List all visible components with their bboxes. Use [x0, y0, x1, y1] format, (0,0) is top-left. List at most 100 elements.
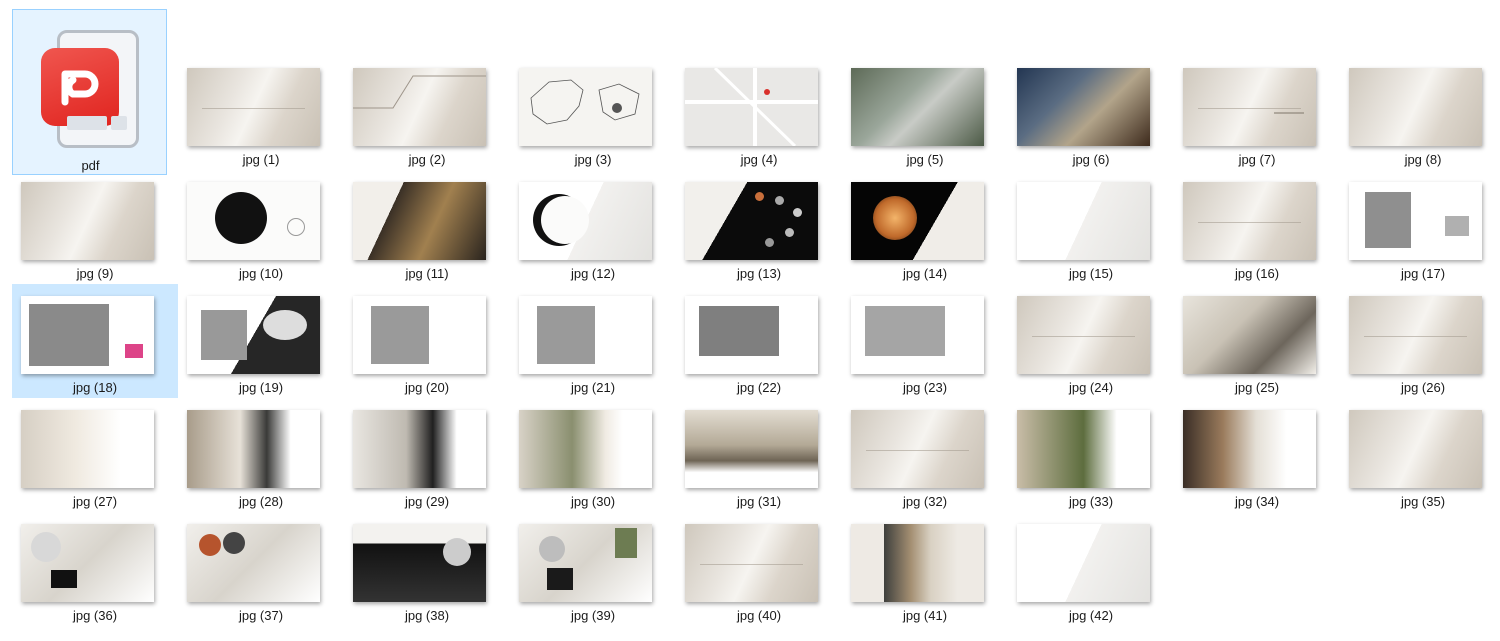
thumbnail: [1017, 182, 1150, 260]
thumbnail: [519, 68, 652, 146]
file-tile[interactable]: jpg (34): [1174, 398, 1340, 512]
file-name: jpg (35): [1400, 494, 1446, 509]
file-tile[interactable]: jpg (41): [842, 512, 1008, 626]
file-name: jpg (22): [736, 380, 782, 395]
file-tile[interactable]: jpg (35): [1340, 398, 1500, 512]
thumbnail: [1349, 68, 1482, 146]
thumbnail: [21, 296, 154, 374]
thumbnail: [519, 410, 652, 488]
file-tile[interactable]: jpg (25): [1174, 284, 1340, 398]
file-name: jpg (30): [570, 494, 616, 509]
thumbnail: [851, 68, 984, 146]
thumbnail: [1349, 296, 1482, 374]
file-tile[interactable]: jpg (31): [676, 398, 842, 512]
file-tile[interactable]: jpg (13): [676, 170, 842, 284]
file-tile[interactable]: jpg (7): [1174, 56, 1340, 170]
file-tile[interactable]: jpg (16): [1174, 170, 1340, 284]
file-tile[interactable]: jpg (39): [510, 512, 676, 626]
thumbnail: [685, 182, 818, 260]
file-name: jpg (27): [72, 494, 118, 509]
file-tile[interactable]: jpg (32): [842, 398, 1008, 512]
file-name: jpg (1): [242, 152, 280, 167]
file-name: jpg (31): [736, 494, 782, 509]
thumbnail: [1349, 182, 1482, 260]
file-name: jpg (16): [1234, 266, 1280, 281]
file-name: jpg (29): [404, 494, 450, 509]
thumbnail: [1017, 410, 1150, 488]
file-name: jpg (5): [906, 152, 944, 167]
file-tile[interactable]: jpg (3): [510, 56, 676, 170]
thumbnail: [353, 410, 486, 488]
file-name: jpg (41): [902, 608, 948, 623]
file-tile[interactable]: jpg (40): [676, 512, 842, 626]
thumbnail: [685, 410, 818, 488]
file-tile[interactable]: jpg (12): [510, 170, 676, 284]
file-tile[interactable]: jpg (19): [178, 284, 344, 398]
file-name: jpg (25): [1234, 380, 1280, 395]
file-name: jpg (34): [1234, 494, 1280, 509]
file-tile-pdf[interactable]: pdf: [12, 9, 167, 175]
file-name: jpg (6): [1072, 152, 1110, 167]
thumbnail: [1183, 410, 1316, 488]
file-name: jpg (4): [740, 152, 778, 167]
thumbnail: [851, 182, 984, 260]
file-tile[interactable]: jpg (8): [1340, 56, 1500, 170]
thumbnail: [685, 68, 818, 146]
file-tile[interactable]: jpg (22): [676, 284, 842, 398]
thumbnail: [187, 68, 320, 146]
file-tile[interactable]: jpg (15): [1008, 170, 1174, 284]
file-tile[interactable]: jpg (9): [12, 170, 178, 284]
thumbnail: [851, 524, 984, 602]
thumbnail: [685, 296, 818, 374]
pdf-file-icon: [41, 24, 141, 150]
thumbnail: [187, 296, 320, 374]
file-name: jpg (3): [574, 152, 612, 167]
thumbnail: [519, 296, 652, 374]
file-tile[interactable]: jpg (26): [1340, 284, 1500, 398]
file-tile[interactable]: jpg (17): [1340, 170, 1500, 284]
file-tile[interactable]: jpg (14): [842, 170, 1008, 284]
file-tile[interactable]: jpg (20): [344, 284, 510, 398]
file-name: jpg (20): [404, 380, 450, 395]
file-tile[interactable]: jpg (30): [510, 398, 676, 512]
file-name: jpg (37): [238, 608, 284, 623]
file-tile[interactable]: jpg (5): [842, 56, 1008, 170]
thumbnail: [21, 182, 154, 260]
file-tile[interactable]: jpg (4): [676, 56, 842, 170]
thumbnail: [353, 68, 486, 146]
thumbnail: [187, 182, 320, 260]
file-name: jpg (21): [570, 380, 616, 395]
file-tile[interactable]: jpg (11): [344, 170, 510, 284]
file-name: jpg (42): [1068, 608, 1114, 623]
file-tile[interactable]: jpg (38): [344, 512, 510, 626]
file-tile[interactable]: jpg (27): [12, 398, 178, 512]
thumbnail: [21, 410, 154, 488]
file-tile-selected[interactable]: jpg (18): [12, 284, 178, 398]
file-name: jpg (24): [1068, 380, 1114, 395]
file-tile[interactable]: jpg (29): [344, 398, 510, 512]
thumbnail: [353, 296, 486, 374]
file-name: jpg (18): [72, 380, 118, 395]
file-tile[interactable]: jpg (1): [178, 56, 344, 170]
file-tile[interactable]: jpg (37): [178, 512, 344, 626]
file-tile[interactable]: jpg (28): [178, 398, 344, 512]
file-tile[interactable]: jpg (24): [1008, 284, 1174, 398]
file-tile[interactable]: jpg (10): [178, 170, 344, 284]
file-tile[interactable]: jpg (42): [1008, 512, 1174, 626]
thumbnail: [187, 410, 320, 488]
file-tile[interactable]: jpg (21): [510, 284, 676, 398]
thumbnail: [21, 524, 154, 602]
file-name: jpg (32): [902, 494, 948, 509]
thumbnail: [685, 524, 818, 602]
thumbnail: [1017, 296, 1150, 374]
file-name: jpg (12): [570, 266, 616, 281]
file-tile[interactable]: jpg (2): [344, 56, 510, 170]
file-tile[interactable]: jpg (23): [842, 284, 1008, 398]
file-name: jpg (2): [408, 152, 446, 167]
file-tile[interactable]: jpg (36): [12, 512, 178, 626]
file-name: jpg (13): [736, 266, 782, 281]
file-tile[interactable]: jpg (6): [1008, 56, 1174, 170]
file-tile[interactable]: jpg (33): [1008, 398, 1174, 512]
file-name: jpg (7): [1238, 152, 1276, 167]
thumbnail: [519, 524, 652, 602]
